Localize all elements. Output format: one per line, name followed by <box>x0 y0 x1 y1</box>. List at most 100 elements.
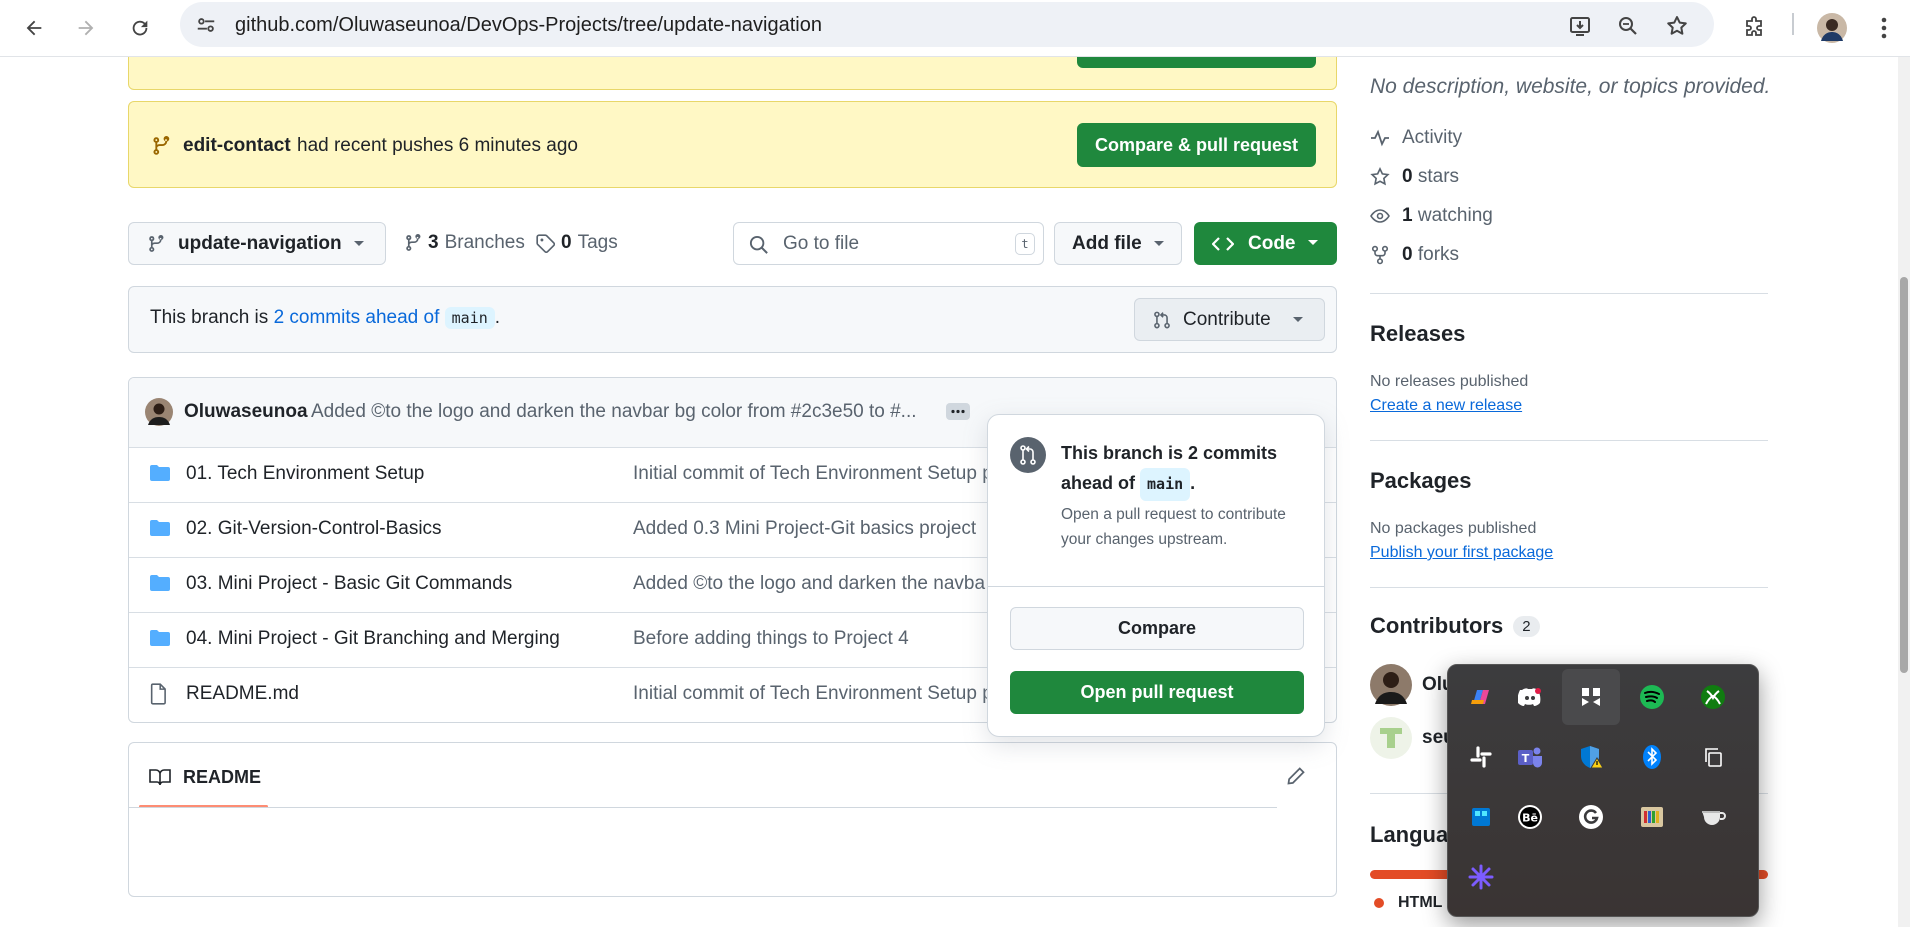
teams-icon[interactable]: T <box>1501 729 1559 785</box>
stars-label: stars <box>1417 166 1460 187</box>
git-branch-icon <box>406 233 421 251</box>
banner-button-partial[interactable] <box>1077 57 1316 68</box>
compare-pull-request-button[interactable]: Compare & pull request <box>1077 123 1316 167</box>
commits-ahead-link[interactable]: 2 commits ahead of <box>274 307 440 328</box>
activity-link[interactable]: Activity <box>1370 127 1462 149</box>
colorpicker-icon[interactable] <box>1623 789 1681 845</box>
file-icon <box>149 683 169 705</box>
contributors-count: 2 <box>1513 615 1540 637</box>
capcut-icon[interactable] <box>1562 669 1620 725</box>
file-commit-message[interactable]: Initial commit of Tech Environment Setup… <box>633 463 993 485</box>
browser-menu-button[interactable] <box>1862 6 1906 50</box>
push-branch-name[interactable]: edit-contact <box>183 135 291 157</box>
discord-icon[interactable] <box>1501 669 1559 725</box>
stars-link[interactable]: 0 stars <box>1370 166 1459 188</box>
code-button[interactable]: Code <box>1194 222 1337 265</box>
code-icon <box>1212 236 1234 251</box>
behance-icon[interactable]: Bē <box>1501 789 1559 845</box>
create-release-link[interactable]: Create a new release <box>1370 397 1522 415</box>
xbox-icon[interactable] <box>1684 669 1742 725</box>
file-commit-message[interactable]: Added ©to the logo and darken the navba <box>633 573 985 595</box>
file-name-link[interactable]: 01. Tech Environment Setup <box>186 463 424 485</box>
grammarly-icon[interactable] <box>1562 789 1620 845</box>
commit-expand-button[interactable] <box>946 403 970 420</box>
open-pull-request-button[interactable]: Open pull request <box>1010 671 1304 714</box>
ahead-prefix: This branch is <box>150 307 269 328</box>
go-to-file-placeholder: Go to file <box>783 233 860 254</box>
popover-divider <box>988 586 1324 587</box>
watching-label: watching <box>1417 205 1493 226</box>
branches-link[interactable]: 3 Branches <box>404 232 525 254</box>
copy-icon[interactable] <box>1684 729 1742 785</box>
address-bar[interactable]: github.com/Oluwaseunoa/DevOps-Projects/t… <box>180 2 1714 47</box>
tag-icon <box>536 233 555 253</box>
watching-count: 1 <box>1402 205 1413 226</box>
packages-title[interactable]: Packages <box>1370 468 1768 494</box>
install-app-icon[interactable] <box>1568 14 1592 38</box>
language-name: HTML <box>1398 894 1443 911</box>
branches-count: 3 <box>428 232 439 253</box>
folder-icon <box>149 463 171 483</box>
zoom-icon[interactable] <box>1616 14 1640 38</box>
forks-link[interactable]: 0 forks <box>1370 244 1459 266</box>
language-item[interactable]: HTML <box>1374 894 1442 912</box>
identicon-avatar <box>1370 717 1412 759</box>
contributor-item[interactable]: Olu <box>1370 664 1454 706</box>
commit-author[interactable]: Oluwaseunoa <box>184 401 308 423</box>
contribute-popover: This branch is 2 commits ahead of main. … <box>987 414 1325 737</box>
back-button[interactable] <box>12 6 56 50</box>
file-name-link[interactable]: README.md <box>186 683 299 705</box>
branch-selector[interactable]: update-navigation <box>128 222 386 265</box>
file-name-link[interactable]: 03. Mini Project - Basic Git Commands <box>186 573 512 595</box>
profile-button[interactable] <box>1810 6 1854 50</box>
extensions-button[interactable] <box>1732 6 1776 50</box>
go-to-file-input[interactable]: Go to file t <box>733 222 1044 265</box>
ahead-suffix: . <box>494 307 501 328</box>
popover-base-pill: main <box>1140 468 1191 501</box>
file-commit-message[interactable]: Before adding things to Project 4 <box>633 628 909 650</box>
bluetooth-icon[interactable] <box>1623 729 1681 785</box>
sparkle-icon[interactable] <box>1452 849 1510 905</box>
url-text[interactable]: github.com/Oluwaseunoa/DevOps-Projects/t… <box>235 14 822 37</box>
svg-text:Bē: Bē <box>1522 812 1538 825</box>
puzzle-icon <box>1746 16 1762 36</box>
activity-label: Activity <box>1402 127 1463 148</box>
popover-description: Open a pull request to contribute your c… <box>1061 506 1286 548</box>
triangle-down-icon <box>1154 241 1164 246</box>
fork-icon <box>1371 245 1389 265</box>
spotify-icon[interactable] <box>1623 669 1681 725</box>
popover-title-suffix: . <box>1190 473 1196 493</box>
author-avatar[interactable] <box>145 398 173 426</box>
pencil-icon[interactable] <box>1286 766 1306 786</box>
add-file-button[interactable]: Add file <box>1054 222 1182 265</box>
readme-box: README <box>128 742 1337 897</box>
bookmark-star-icon[interactable] <box>1665 14 1689 38</box>
defender-warning-icon[interactable] <box>1562 729 1620 785</box>
reload-button[interactable] <box>118 6 162 50</box>
contribute-button[interactable]: Contribute <box>1134 298 1325 341</box>
file-name-link[interactable]: 02. Git-Version-Control-Basics <box>186 518 442 540</box>
forward-button[interactable] <box>64 6 108 50</box>
tags-link[interactable]: 0 Tags <box>536 232 618 254</box>
contribute-label: Contribute <box>1183 308 1271 330</box>
kebab-menu-icon <box>1881 17 1887 39</box>
publish-package-link[interactable]: Publish your first package <box>1370 544 1553 562</box>
watching-link[interactable]: 1 watching <box>1370 205 1493 227</box>
site-settings-icon[interactable] <box>194 14 218 36</box>
compare-button[interactable]: Compare <box>1010 607 1304 650</box>
coffee-icon[interactable] <box>1684 789 1742 845</box>
back-arrow-icon <box>26 20 42 36</box>
popover-title-line1: This branch is 2 commits <box>1061 443 1278 463</box>
contributors-title[interactable]: Contributors <box>1370 613 1503 639</box>
readme-tab[interactable]: README <box>183 767 261 788</box>
scrollbar-thumb[interactable] <box>1900 277 1908 673</box>
branch-selector-label: update-navigation <box>178 232 342 254</box>
page-scrollbar[interactable] <box>1898 57 1910 927</box>
commit-message[interactable]: Added ©to the logo and darken the navbar… <box>311 401 917 423</box>
forks-count: 0 <box>1402 244 1413 265</box>
file-commit-message[interactable]: Added 0.3 Mini Project-Git basics projec… <box>633 518 976 540</box>
contributor-item[interactable]: seu <box>1370 717 1455 759</box>
file-name-link[interactable]: 04. Mini Project - Git Branching and Mer… <box>186 628 560 650</box>
releases-title[interactable]: Releases <box>1370 321 1768 347</box>
toolbar-divider <box>1792 13 1794 35</box>
